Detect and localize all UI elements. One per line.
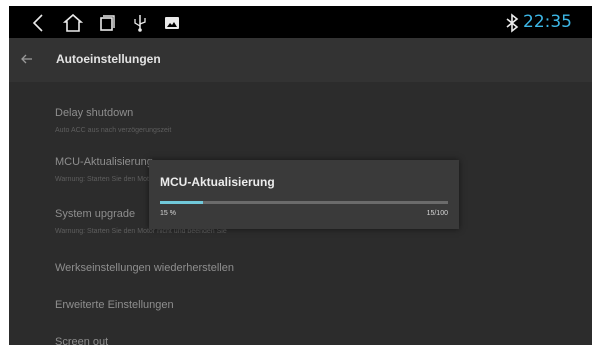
clock: 22:35 bbox=[523, 12, 572, 32]
app-bar: Autoeinstellungen bbox=[9, 38, 592, 82]
setting-title: Screen out bbox=[55, 336, 109, 345]
setting-screen-out[interactable]: Screen out bbox=[55, 336, 108, 345]
setting-title: Werkseinstellungen wiederherstellen bbox=[55, 262, 234, 274]
setting-subtitle: Warnung: Starten Sie den Motor nicht und… bbox=[55, 228, 227, 235]
bluetooth-icon bbox=[502, 13, 522, 33]
progress-percent: 15 % bbox=[160, 210, 176, 217]
usb-icon bbox=[130, 13, 150, 33]
recent-apps-icon[interactable] bbox=[97, 13, 117, 33]
progress-fill bbox=[160, 201, 204, 204]
setting-factory-reset[interactable]: Werkseinstellungen wiederherstellen bbox=[55, 262, 234, 274]
setting-title: Delay shutdown bbox=[55, 107, 134, 119]
progress-bar bbox=[160, 201, 448, 204]
head-unit-screen: 22:35 Autoeinstellungen Delay shutdown A… bbox=[9, 6, 592, 345]
arrow-left-icon[interactable] bbox=[20, 52, 34, 66]
setting-advanced[interactable]: Erweiterte Einstellungen bbox=[55, 299, 174, 311]
home-icon[interactable] bbox=[63, 13, 83, 33]
update-progress-dialog: MCU-Aktualisierung 15 % 15/100 bbox=[149, 160, 459, 229]
back-icon[interactable] bbox=[29, 13, 49, 33]
status-bar: 22:35 bbox=[9, 6, 592, 38]
gallery-icon bbox=[162, 13, 182, 33]
setting-title: Erweiterte Einstellungen bbox=[55, 299, 174, 311]
setting-subtitle: Auto ACC aus nach verzögerungszeit bbox=[55, 127, 172, 134]
dialog-title: MCU-Aktualisierung bbox=[160, 175, 275, 189]
page-title: Autoeinstellungen bbox=[56, 52, 161, 66]
setting-delay-shutdown[interactable]: Delay shutdown Auto ACC aus nach verzöge… bbox=[55, 107, 171, 134]
progress-count: 15/100 bbox=[426, 210, 448, 217]
